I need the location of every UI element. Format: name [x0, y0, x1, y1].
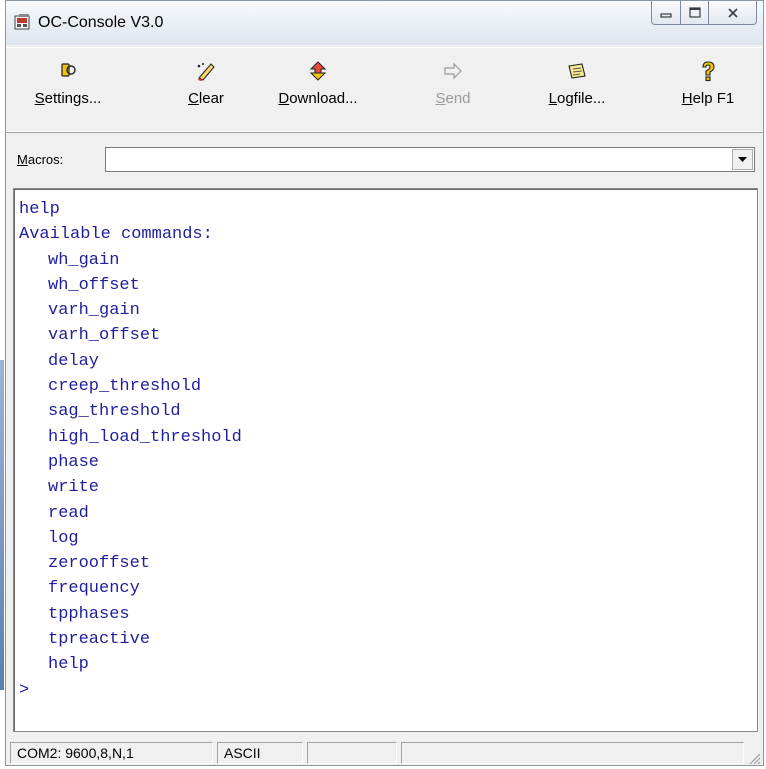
macros-dropdown-button[interactable] — [732, 149, 753, 170]
maximize-button[interactable] — [681, 1, 709, 25]
app-icon — [14, 14, 30, 30]
help-icon — [702, 61, 715, 82]
console-command-line: write — [48, 478, 100, 498]
chevron-down-icon — [738, 156, 747, 162]
console-command-line: tpphases — [48, 604, 130, 624]
desktop-background — [0, 360, 4, 690]
console-command-line: log — [48, 528, 79, 548]
console-command-line: help — [48, 655, 89, 675]
console-line: help — [19, 200, 60, 219]
window-title: OC-Console V3.0 — [38, 14, 164, 31]
macros-combobox[interactable] — [105, 147, 755, 172]
title-bar[interactable]: OC-Console V3.0 — [6, 1, 763, 45]
settings-button[interactable]: Settings... — [28, 60, 108, 107]
settings-label: Settings... — [34, 90, 102, 107]
download-icon — [309, 61, 327, 81]
download-button[interactable]: Download... — [278, 60, 358, 107]
close-icon — [727, 7, 738, 18]
minimize-button[interactable] — [651, 1, 681, 25]
console-command-line: phase — [48, 452, 100, 472]
status-panel-4 — [401, 742, 744, 764]
status-port: COM2: 9600,8,N,1 — [10, 742, 213, 764]
arrow-right-icon — [444, 62, 462, 80]
status-bar: COM2: 9600,8,N,1 ASCII — [6, 739, 763, 767]
console-command-line: creep_threshold — [48, 377, 202, 397]
download-label: Download... — [278, 90, 358, 107]
logfile-button[interactable]: Logfile... — [537, 60, 617, 107]
resize-grip-icon[interactable] — [747, 751, 761, 765]
logfile-label: Logfile... — [548, 90, 606, 107]
caption-buttons — [651, 1, 757, 26]
console-window: OC-Console V3.0 Settings... Clear Downlo… — [5, 0, 764, 766]
console-prompt: > — [19, 680, 30, 700]
eraser-icon — [197, 63, 215, 81]
console-command-line: zerooffset — [48, 554, 151, 574]
help-label: Help F1 — [681, 90, 735, 107]
console-command-line: high_load_threshold — [48, 427, 242, 447]
console-command-line: varh_offset — [48, 326, 161, 346]
console-line: Available commands: — [19, 225, 213, 245]
close-button[interactable] — [709, 1, 757, 25]
maximize-icon — [688, 7, 701, 18]
console-command-line: wh_gain — [48, 250, 120, 270]
help-button[interactable]: Help F1 — [668, 60, 748, 107]
status-encoding: ASCII — [217, 742, 303, 764]
send-label: Send — [435, 90, 471, 107]
status-panel-3 — [307, 742, 397, 764]
console-command-line: delay — [48, 351, 100, 371]
toolbar: Settings... Clear Download... Send Logfi… — [6, 47, 763, 133]
console-command-line: sag_threshold — [48, 402, 181, 422]
console-command-line: frequency — [48, 579, 140, 599]
macros-label: Macros: — [17, 152, 64, 167]
logfile-icon — [568, 63, 586, 79]
clear-label: Clear — [188, 90, 224, 107]
console-command-line: varh_gain — [48, 301, 140, 321]
console-command-line: tpreactive — [48, 630, 151, 650]
console-output[interactable]: help Available commands: wh_gain wh_offsetv… — [13, 188, 758, 732]
minimize-icon — [660, 12, 672, 18]
settings-icon — [61, 63, 76, 77]
console-command-line: read — [48, 503, 89, 523]
console-command-line: wh_offset — [48, 275, 140, 295]
clear-button[interactable]: Clear — [166, 60, 246, 107]
send-button[interactable]: Send — [413, 60, 493, 107]
